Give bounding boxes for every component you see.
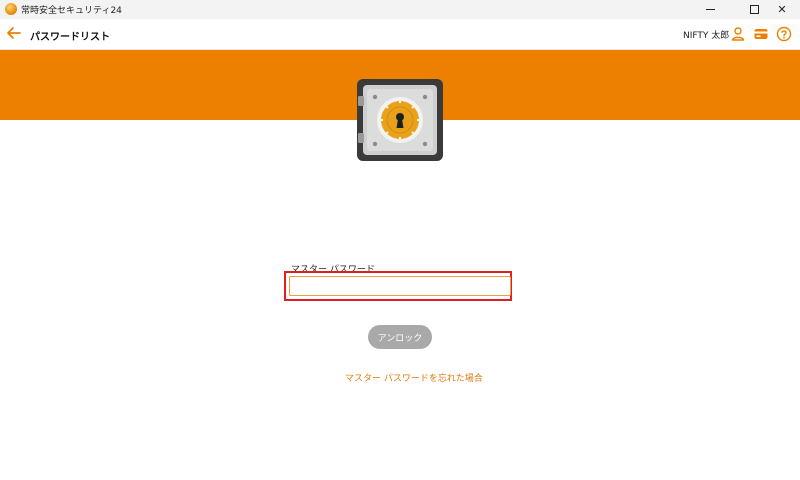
page-title: パスワードリスト [30,32,110,43]
safe-icon [357,79,443,161]
forgot-password-link[interactable]: マスター パスワードを忘れた場合 [345,371,483,384]
maximize-icon [749,5,759,14]
window-title: 常時安全セキュリティ24 [21,6,122,16]
user-icon[interactable] [730,26,746,42]
card-icon[interactable] [753,26,769,42]
back-arrow-icon[interactable] [6,25,22,41]
app-logo-icon [5,3,17,15]
window-titlebar: 常時安全セキュリティ24 ✕ [0,0,800,19]
close-icon: ✕ [777,3,787,16]
minimize-button[interactable] [692,0,728,19]
app-header: パスワードリスト NIFTY 太郎 [0,19,800,50]
help-icon[interactable] [776,26,792,42]
master-password-input[interactable] [289,276,511,296]
minimize-icon [705,9,715,10]
user-name: NIFTY 太郎 [683,31,730,41]
unlock-button[interactable]: アンロック [368,325,432,349]
close-button[interactable]: ✕ [764,0,800,19]
